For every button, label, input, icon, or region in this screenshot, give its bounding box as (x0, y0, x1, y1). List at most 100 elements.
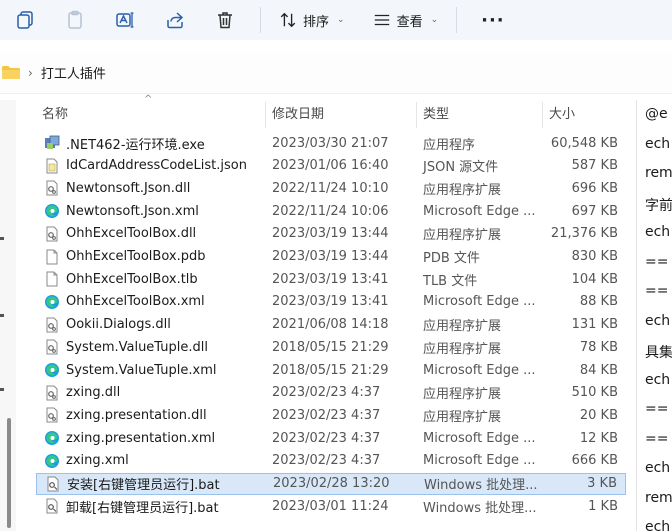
view-label: 查看 (396, 14, 423, 30)
file-name: Newtonsoft.Json.dll (66, 180, 191, 196)
file-size: 104 KB (571, 271, 618, 287)
more-options-button[interactable]: ··· (467, 10, 519, 31)
table-row[interactable]: OhhExcelToolBox.dll 2023/03/19 13:44 应用程序扩… (36, 223, 626, 245)
edge-icon (44, 430, 60, 446)
file-size: 21,376 KB (550, 226, 618, 242)
copy-button[interactable] (0, 3, 50, 37)
table-row[interactable]: Newtonsoft.Json.xml 2022/11/24 10:06 Micro… (36, 200, 626, 222)
file-type: 应用程序扩展 (423, 228, 502, 244)
file-name-cell[interactable]: Ookii.Dialogs.dll (44, 317, 171, 333)
file-name: OhhExcelToolBox.pdb (66, 249, 206, 264)
table-row[interactable]: System.ValueTuple.dll 2018/05/15 21:29 应用程… (36, 336, 626, 358)
file-name-cell[interactable]: OhhExcelToolBox.dll (44, 226, 196, 242)
address-bar[interactable]: › 打工人插件 (0, 52, 672, 94)
file-size: 3 KB (587, 476, 617, 491)
file-size: 78 KB (579, 339, 618, 355)
toolbar-divider (260, 7, 261, 33)
file-name: 卸载[右键管理员运行].bat (66, 500, 219, 516)
file-name-cell[interactable]: zxing.dll (44, 385, 120, 401)
preview-text-line: 具集 (645, 345, 672, 361)
chevron-down-icon: ⌄ (430, 15, 439, 25)
file-name-cell[interactable]: OhhExcelToolBox.xml (44, 294, 205, 310)
file-date: 2023/03/30 21:07 (272, 135, 389, 151)
rename-button[interactable] (100, 3, 150, 37)
paste-button[interactable] (50, 3, 100, 37)
table-row[interactable]: 卸载[右键管理员运行].bat 2023/03/01 11:24 Windows 批… (36, 495, 626, 517)
file-type: Microsoft Edge ... (423, 294, 536, 310)
dll-icon (44, 407, 60, 423)
table-row[interactable]: OhhExcelToolBox.pdb 2023/03/19 13:44 PDB 文… (36, 246, 626, 268)
file-name: zxing.xml (66, 453, 129, 469)
file-name-cell[interactable]: System.ValueTuple.dll (44, 339, 208, 355)
table-row[interactable]: zxing.dll 2023/02/23 4:37 应用程序扩展 510 KB (36, 382, 626, 404)
table-row[interactable]: OhhExcelToolBox.tlb 2023/03/19 13:41 TLB 文… (36, 268, 626, 290)
command-bar: 排序 ⌄ 查看 ⌄ ··· (0, 0, 672, 40)
file-icon (44, 271, 60, 287)
delete-button[interactable] (200, 3, 250, 37)
file-name-cell[interactable]: 卸载[右键管理员运行].bat (44, 497, 219, 516)
preview-text-line: == (645, 253, 669, 270)
navigation-pane[interactable] (0, 100, 16, 531)
column-header-date[interactable]: 修改日期 (272, 100, 324, 130)
file-size: 587 KB (571, 158, 618, 174)
file-name-cell[interactable]: 安装[右键管理员运行].bat (45, 474, 220, 493)
column-header-name[interactable]: 名称 (42, 100, 68, 130)
exe-icon (44, 135, 60, 151)
file-date: 2021/06/08 14:18 (272, 317, 389, 333)
file-size: 131 KB (571, 317, 618, 333)
file-icon (44, 249, 60, 265)
table-row[interactable]: zxing.presentation.dll 2023/02/23 4:37 应用程… (36, 404, 626, 426)
toolbar-divider (456, 7, 458, 33)
file-date: 2023/03/19 13:41 (272, 294, 389, 310)
file-date: 2023/01/06 16:40 (272, 158, 389, 174)
breadcrumb-separator-icon[interactable]: › (28, 66, 33, 80)
table-row[interactable]: OhhExcelToolBox.xml 2023/03/19 13:41 Micro… (36, 291, 626, 313)
nav-scrollbar[interactable] (7, 418, 11, 528)
table-row[interactable]: zxing.presentation.xml 2023/02/23 4:37 Mic… (36, 427, 626, 449)
preview-text-line: ech (645, 224, 671, 240)
table-row[interactable]: Newtonsoft.Json.dll 2022/11/24 10:10 应用程序扩… (36, 177, 626, 199)
file-name-cell[interactable]: Newtonsoft.Json.dll (44, 180, 190, 196)
file-name-cell[interactable]: System.ValueTuple.xml (44, 362, 216, 378)
share-button[interactable] (150, 3, 200, 37)
preview-pane[interactable]: @e ech rem 字前 ech == == ech 具集 ech == == ech rem ech (636, 100, 672, 531)
file-type: Windows 批处理... (424, 478, 538, 493)
dll-icon (44, 226, 60, 242)
column-header-type[interactable]: 类型 (423, 100, 449, 130)
edge-icon (44, 362, 60, 378)
view-dropdown[interactable]: 查看 ⌄ (365, 3, 447, 37)
file-name-cell[interactable]: .NET462-运行环境.exe (44, 134, 205, 153)
file-size: 84 KB (579, 362, 618, 378)
table-row[interactable]: System.ValueTuple.xml 2018/05/15 21:29 Mic… (36, 359, 626, 381)
file-size: 666 KB (571, 453, 618, 469)
file-name-cell[interactable]: IdCardAddressCodeList.json (44, 158, 247, 174)
file-name-cell[interactable]: zxing.presentation.dll (44, 407, 207, 423)
table-row[interactable]: IdCardAddressCodeList.json 2023/01/06 16:… (36, 155, 626, 177)
file-date: 2023/02/23 4:37 (272, 385, 381, 401)
file-name-cell[interactable]: OhhExcelToolBox.pdb (44, 249, 205, 265)
file-name: zxing.presentation.dll (66, 407, 207, 423)
column-divider[interactable] (416, 102, 417, 128)
file-size: 20 KB (579, 407, 618, 423)
file-type: JSON 源文件 (423, 160, 499, 176)
edge-icon (44, 453, 60, 469)
table-row-selected[interactable]: 安装[右键管理员运行].bat 2023/02/28 13:20 Windows 批… (36, 472, 626, 495)
column-header-size[interactable]: 大小 (549, 100, 575, 130)
column-divider[interactable] (265, 102, 266, 128)
column-divider[interactable] (542, 102, 543, 128)
file-name-cell[interactable]: OhhExcelToolBox.tlb (44, 271, 198, 287)
preview-text-line: ech (645, 460, 671, 476)
sort-icon (280, 12, 296, 28)
file-name-cell[interactable]: zxing.xml (44, 453, 129, 469)
file-name: zxing.dll (66, 385, 121, 401)
breadcrumb-current-folder[interactable]: 打工人插件 (41, 63, 106, 82)
nav-item-marker (0, 314, 4, 317)
table-row[interactable]: Ookii.Dialogs.dll 2021/06/08 14:18 应用程序扩展 1… (36, 314, 626, 336)
table-row[interactable]: zxing.xml 2023/02/23 4:37 Microsoft Edge .… (36, 450, 626, 472)
sort-label: 排序 (303, 14, 330, 30)
table-row[interactable]: .NET462-运行环境.exe 2023/03/30 21:07 应用程序 60,5… (36, 132, 626, 154)
file-name-cell[interactable]: Newtonsoft.Json.xml (44, 203, 199, 219)
file-name-cell[interactable]: zxing.presentation.xml (44, 430, 215, 446)
sort-dropdown[interactable]: 排序 ⌄ (271, 3, 353, 37)
file-size: 696 KB (571, 180, 618, 196)
